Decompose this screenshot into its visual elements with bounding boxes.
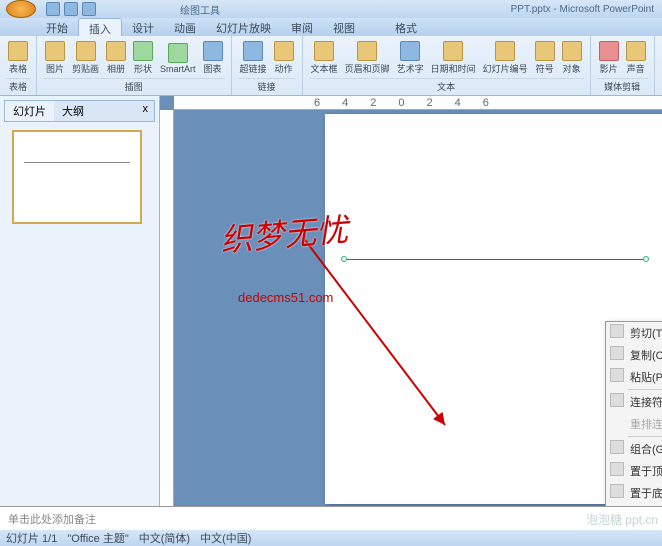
ribbon-group-text: 文本框 页眉和页脚 艺术字 日期和时间 幻灯片编号 符号 对象 文本 [303,36,591,95]
status-theme: "Office 主题" [67,530,128,546]
qat-save-icon[interactable] [46,2,60,16]
thumbnail-pane: 幻灯片 大纲 x [0,96,160,506]
btn-textbox[interactable]: 文本框 [309,39,340,77]
thumb-tab-outline[interactable]: 大纲 [54,101,92,121]
status-bar: 幻灯片 1/1 "Office 主题" 中文(简体) 中文(中国) [0,530,662,546]
canvas-area: 6420246 剪切(T) 复制(C) 粘贴(P) 连接符类型(V)▶ 重排连接… [160,96,662,506]
tab-animations[interactable]: 动画 [164,18,206,36]
qat-redo-icon[interactable] [82,2,96,16]
tab-review[interactable]: 审阅 [281,18,323,36]
ribbon-group-tables: 表格 表格 [0,36,37,95]
btn-hyperlink[interactable]: 超链接 [238,39,269,77]
context-menu: 剪切(T) 复制(C) 粘贴(P) 连接符类型(V)▶ 重排连接符(I) 组合(… [605,321,662,506]
btn-shapes[interactable]: 形状 [131,39,155,77]
watermark-sub: dedecms51.com [238,290,333,305]
btn-headerfooter[interactable]: 页眉和页脚 [343,39,392,77]
window-title: PPT.pptx - Microsoft PowerPoint [511,4,654,15]
handle-start[interactable] [341,256,347,262]
btn-sound[interactable]: 声音 [624,39,648,77]
handle-end[interactable] [643,256,649,262]
status-ime: 中文(中国) [200,530,251,546]
ribbon-group-illustrations: 图片 剪贴画 相册 形状 SmartArt 图表 插图 [37,36,232,95]
titlebar: 绘图工具 PPT.pptx - Microsoft PowerPoint [0,0,662,18]
qat-undo-icon[interactable] [64,2,78,16]
btn-symbol[interactable]: 符号 [533,39,557,77]
ribbon-group-media: 影片 声音 媒体剪辑 [591,36,655,95]
status-slide: 幻灯片 1/1 [6,530,57,546]
ctx-copy[interactable]: 复制(C) [606,344,662,366]
status-lang: 中文(简体) [139,530,190,546]
slide-thumbnail-1[interactable] [12,130,142,224]
btn-action[interactable]: 动作 [272,39,296,77]
btn-movie[interactable]: 影片 [597,39,621,77]
thumb-close-icon[interactable]: x [137,101,155,121]
ctx-hyperlink[interactable]: 超链接(H)... [606,504,662,506]
tab-design[interactable]: 设计 [122,18,164,36]
btn-object[interactable]: 对象 [560,39,584,77]
connector-icon [610,393,624,407]
thumb-tabs: 幻灯片 大纲 x [4,100,155,122]
btn-picture[interactable]: 图片 [43,39,67,77]
tab-view[interactable]: 视图 [323,18,365,36]
btn-smartart[interactable]: SmartArt [158,41,198,76]
cut-icon [610,324,624,338]
ctx-group[interactable]: 组合(G)▶ [606,438,662,460]
ribbon: 表格 表格 图片 剪贴画 相册 形状 SmartArt 图表 插图 超链接 动作… [0,36,662,96]
btn-wordart[interactable]: 艺术字 [395,39,426,77]
tab-home[interactable]: 开始 [36,18,78,36]
contextual-title: 绘图工具 [180,2,220,17]
ruler-horizontal: 6420246 [174,96,662,110]
thumb-tab-slides[interactable]: 幻灯片 [5,101,54,121]
group-icon [610,440,624,454]
watermark-footer: 泡泡糖 ppt.cn [586,511,658,528]
btn-datetime[interactable]: 日期和时间 [429,39,478,77]
ruler-vertical [160,110,174,506]
paste-icon [610,368,624,382]
ctx-reroute: 重排连接符(I) [606,413,662,435]
tab-slideshow[interactable]: 幻灯片放映 [206,18,281,36]
ribbon-group-links: 超链接 动作 链接 [232,36,303,95]
btn-table[interactable]: 表格 [6,39,30,77]
ribbon-tabs: 开始 插入 设计 动画 幻灯片放映 审阅 视图 格式 [0,18,662,36]
copy-icon [610,346,624,360]
btn-album[interactable]: 相册 [104,39,128,77]
btn-clipart[interactable]: 剪贴画 [70,39,101,77]
send-back-icon [610,484,624,498]
ctx-send-back[interactable]: 置于底层(K)▶ [606,482,662,504]
quick-access-toolbar [46,2,96,16]
bring-front-icon [610,462,624,476]
tab-format[interactable]: 格式 [385,18,427,36]
notes-pane[interactable]: 单击此处添加备注 [0,506,662,530]
btn-chart[interactable]: 图表 [201,39,225,77]
ctx-paste[interactable]: 粘贴(P) [606,366,662,388]
office-button[interactable] [6,0,36,18]
ctx-bring-front[interactable]: 置于顶层(R)▶ [606,460,662,482]
ctx-connector-type[interactable]: 连接符类型(V)▶ [606,391,662,413]
line-shape[interactable] [345,259,645,260]
tab-insert[interactable]: 插入 [78,18,122,36]
btn-slidenum[interactable]: 幻灯片编号 [481,39,530,77]
ctx-cut[interactable]: 剪切(T) [606,322,662,344]
